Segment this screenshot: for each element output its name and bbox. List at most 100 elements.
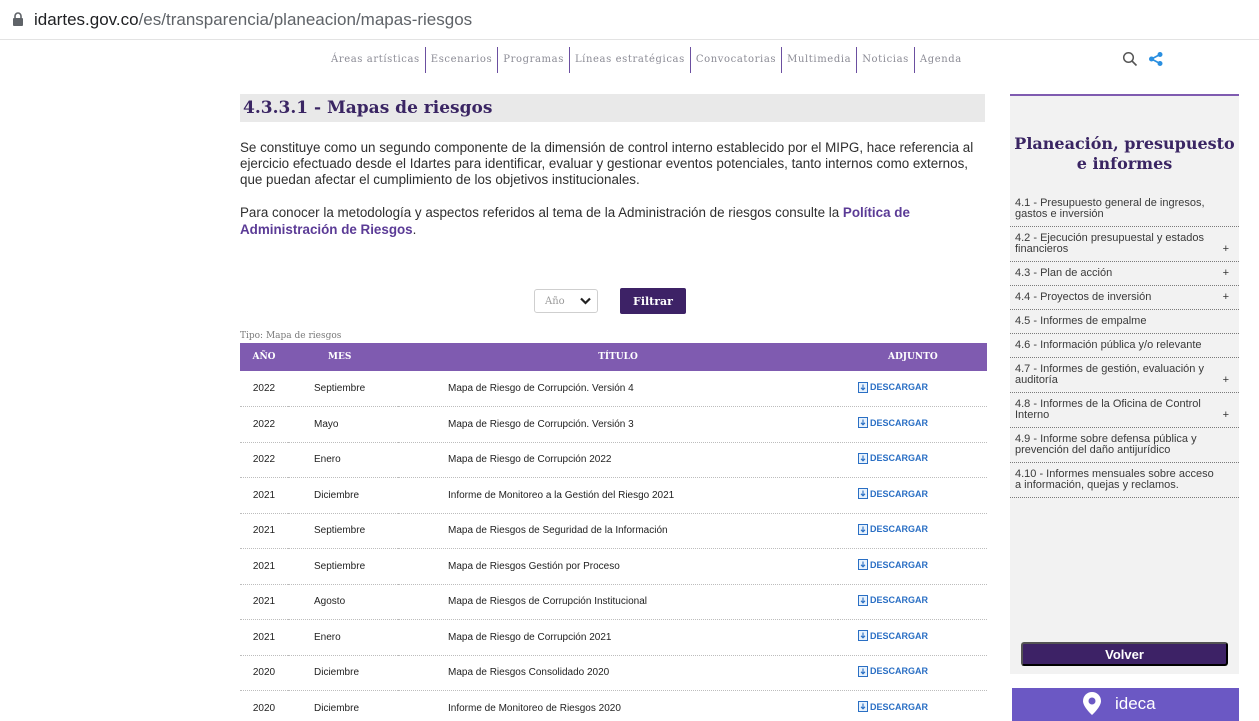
cell-titulo: Mapa de Riesgos Consolidado 2020 [398,655,838,691]
search-icon[interactable] [1122,51,1138,67]
download-link[interactable]: DESCARGAR [858,630,929,642]
download-label: DESCARGAR [870,524,929,535]
download-icon [858,559,868,571]
share-icon[interactable] [1148,51,1164,67]
ideca-logo-icon [1083,692,1101,715]
url-text[interactable]: idartes.gov.co/es/transparencia/planeaci… [34,10,472,30]
header-titulo: Título [398,343,838,371]
sidebar-item[interactable]: 4.7 - Informes de gestión, evaluación y … [1010,358,1239,393]
ideca-banner[interactable]: ideca [1012,688,1239,721]
download-link[interactable]: DESCARGAR [858,559,928,571]
nav-areas-artisticas[interactable]: Áreas artísticas [326,47,426,73]
download-label: DESCARGAR [870,701,929,712]
cell-titulo: Mapa de Riesgo de Corrupción. Versión 4 [398,371,838,407]
sidebar-item-label: 4.8 - Informes de la Oficina de Control … [1015,398,1201,421]
year-select[interactable]: Año [534,289,598,313]
sidebar-item[interactable]: 4.5 - Informes de empalme [1010,310,1239,334]
cell-mes: Septiembre [288,548,398,585]
cell-adjunto: DESCARGAR [838,371,987,407]
top-navigation: Áreas artísticas Escenarios Programas Lí… [326,47,967,73]
cell-titulo: Informe de Monitoreo a la Gestión del Ri… [398,477,838,514]
download-label: DESCARGAR [870,488,929,499]
table-row: 2022 Mayo Mapa de Riesgo de Corrupción. Ve… [240,406,987,443]
cell-adjunto: DESCARGAR [838,655,987,691]
nav-multimedia[interactable]: Multimedia [782,47,858,73]
cell-adjunto: DESCARGAR [838,690,987,721]
cell-titulo: Informe de Monitoreo de Riesgos 2020 [398,690,838,721]
cell-mes: Septiembre [288,371,398,407]
methodology-text: Para conocer la metodología y aspectos r… [240,205,840,220]
cell-titulo: Mapa de Riesgo de Corrupción 2021 [398,619,838,656]
sidebar-item[interactable]: 4.3 - Plan de acción + [1010,262,1239,286]
sidebar-item-label: 4.10 - Informes mensuales sobre acceso a… [1015,468,1214,491]
expand-icon[interactable]: + [1223,268,1229,279]
nav-agenda[interactable]: Agenda [915,47,967,73]
ideca-banner-text: ideca [1115,694,1156,713]
sidebar-menu: 4.1 - Presupuesto general de ingresos, g… [1010,192,1239,498]
nav-noticias[interactable]: Noticias [857,47,915,73]
table-type-label: Tipo: Mapa de riesgos [240,331,342,341]
download-icon [858,381,868,393]
sidebar-item[interactable]: 4.1 - Presupuesto general de ingresos, g… [1010,192,1239,227]
browser-url-bar[interactable]: idartes.gov.co/es/transparencia/planeaci… [0,0,1259,40]
download-link[interactable]: DESCARGAR [858,523,929,535]
sidebar-item[interactable]: 4.2 - Ejecución presupuestal y estados f… [1010,227,1239,262]
cell-anio: 2021 [240,477,288,514]
sidebar-item[interactable]: 4.9 - Informe sobre defensa pública y pr… [1010,428,1239,463]
sidebar-title: Planeación, presupuesto e informes [1014,134,1235,173]
sidebar-item[interactable]: 4.4 - Proyectos de inversión + [1010,286,1239,310]
cell-adjunto: DESCARGAR [838,477,987,514]
table-body: 2022 Septiembre Mapa de Riesgo de Corrupci… [240,371,987,721]
cell-mes: Diciembre [288,477,398,514]
sidebar-item[interactable]: 4.8 - Informes de la Oficina de Control … [1010,393,1239,428]
sidebar-item-label: 4.5 - Informes de empalme [1015,315,1147,327]
methodology-paragraph: Para conocer la metodología y aspectos r… [240,204,985,238]
chevron-down-icon [580,297,591,305]
sidebar-item[interactable]: 4.6 - Información pública y/o relevante [1010,334,1239,358]
expand-icon[interactable]: + [1223,410,1229,421]
download-icon [858,701,868,713]
cell-mes: Diciembre [288,655,398,691]
sidebar-item-label: 4.9 - Informe sobre defensa pública y pr… [1015,433,1197,456]
cell-anio: 2021 [240,584,288,620]
expand-icon[interactable]: + [1223,292,1229,303]
download-link[interactable]: DESCARGAR [858,488,929,500]
cell-titulo: Mapa de Riesgos de Seguridad de la Infor… [398,513,838,549]
sidebar: Planeación, presupuesto e informes 4.1 -… [1010,94,1239,674]
cell-anio: 2020 [240,655,288,691]
sidebar-item-label: 4.4 - Proyectos de inversión [1015,291,1152,303]
nav-escenarios[interactable]: Escenarios [426,47,499,73]
risk-maps-table: Año Mes Título Adjunto 2022 Septiembre Map… [240,343,987,721]
nav-lineas-estrategicas[interactable]: Líneas estratégicas [570,47,691,73]
download-icon [858,594,868,606]
page-title: 4.3.3.1 - Mapas de riesgos [240,94,985,122]
download-link[interactable]: DESCARGAR [858,665,928,677]
table-row: 2022 Septiembre Mapa de Riesgo de Corrupci… [240,371,987,407]
cell-titulo: Mapa de Riesgos de Corrupción Institucio… [398,584,838,620]
back-button[interactable]: Volver [1021,642,1228,666]
download-link[interactable]: DESCARGAR [858,701,929,713]
download-link[interactable]: DESCARGAR [858,381,928,393]
cell-anio: 2020 [240,690,288,721]
expand-icon[interactable]: + [1223,375,1229,386]
sidebar-item-label: 4.7 - Informes de gestión, evaluación y … [1015,363,1204,386]
table-row: 2022 Enero Mapa de Riesgo de Corrupción 20… [240,442,987,478]
nav-programas[interactable]: Programas [498,47,570,73]
url-path: /es/transparencia/planeacion/mapas-riesg… [138,10,473,29]
sidebar-item[interactable]: 4.10 - Informes mensuales sobre acceso a… [1010,463,1239,498]
header-adjunto: Adjunto [838,343,987,371]
methodology-end: . [412,222,417,237]
download-link[interactable]: DESCARGAR [858,594,928,606]
cell-anio: 2022 [240,442,288,478]
filter-button[interactable]: Filtrar [620,288,686,314]
main-content: 4.3.3.1 - Mapas de riesgos Se constituye… [240,94,985,238]
download-link[interactable]: DESCARGAR [858,417,928,429]
table-row: 2021 Agosto Mapa de Riesgos de Corrupción … [240,584,987,620]
expand-icon[interactable]: + [1223,244,1229,255]
download-link[interactable]: DESCARGAR [858,452,928,464]
cell-mes: Diciembre [288,690,398,721]
cell-anio: 2021 [240,513,288,549]
nav-convocatorias[interactable]: Convocatorias [691,47,783,73]
cell-titulo: Mapa de Riesgo de Corrupción 2022 [398,442,838,478]
download-label: DESCARGAR [870,630,929,641]
